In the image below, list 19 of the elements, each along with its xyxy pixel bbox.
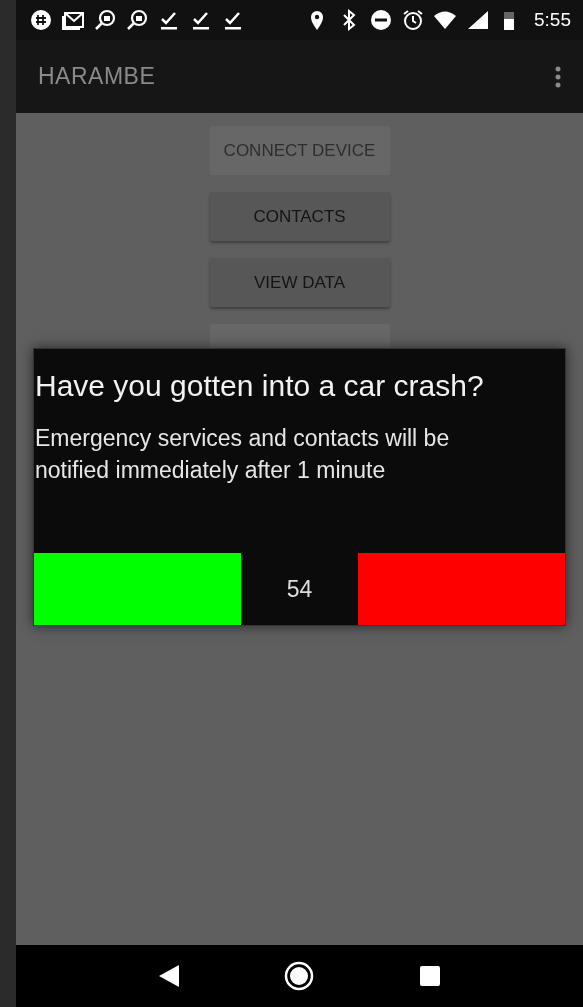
overflow-menu-icon[interactable]	[555, 65, 561, 88]
clock: 5:55	[534, 7, 571, 32]
mail-icon	[62, 9, 84, 31]
menu-button[interactable]: VIEW DATA	[209, 258, 390, 307]
dialog-title: Have you gotten into a car crash?	[35, 368, 485, 404]
app-title: HARAMBE	[38, 62, 156, 92]
do-not-disturb-icon	[370, 9, 392, 31]
countdown: 54	[286, 574, 313, 604]
dialog-message: Emergency services and contacts will be notified immediately after 1 minute	[35, 424, 451, 486]
overview-icon[interactable]	[420, 966, 441, 986]
signal-icon	[466, 9, 488, 31]
slack-icon	[30, 9, 52, 31]
home-icon[interactable]	[284, 961, 315, 991]
wifi-icon	[434, 9, 456, 31]
search-icon	[126, 9, 148, 31]
menu-button[interactable]: CONTACTS	[209, 192, 390, 241]
alarm-icon	[402, 9, 424, 31]
search-icon	[94, 9, 116, 31]
back-icon[interactable]	[158, 965, 179, 987]
